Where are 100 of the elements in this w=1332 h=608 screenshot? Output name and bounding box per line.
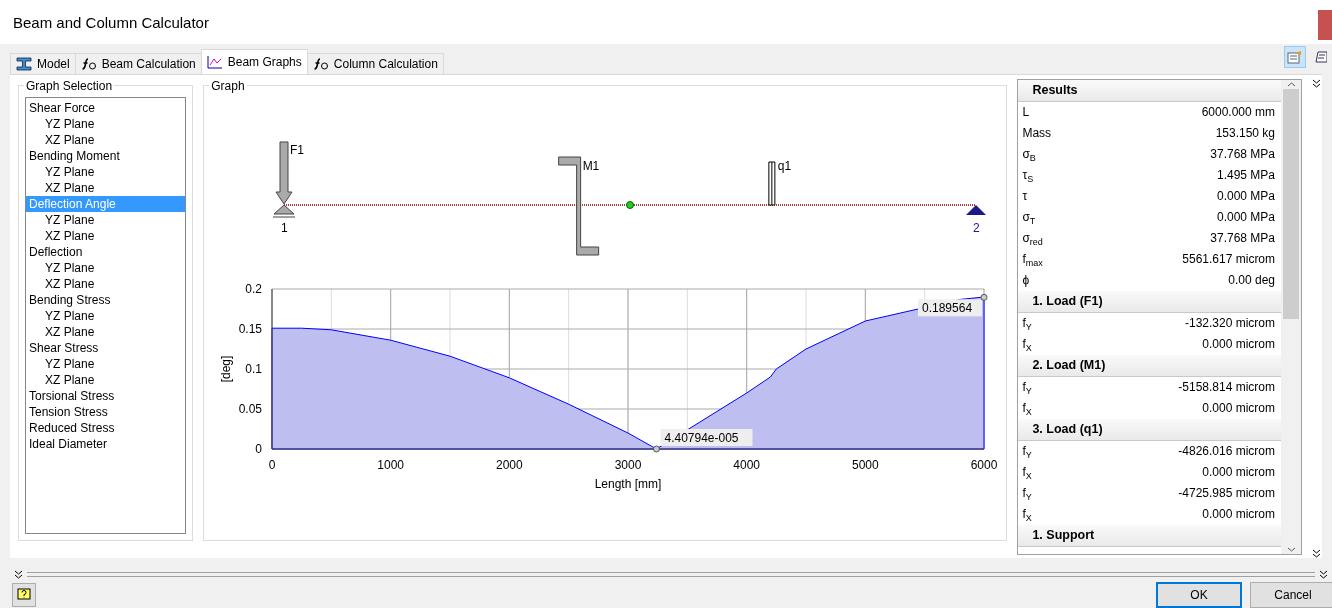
y-tick-label: 0	[255, 441, 263, 456]
result-name: ϕ	[1022, 272, 1030, 287]
section-header: 1. Support	[1018, 524, 1282, 547]
annotation-label: 4.40794e-005	[660, 428, 753, 446]
function-icon	[312, 56, 329, 71]
function-icon	[80, 56, 97, 71]
result-name: f$_{Y}$	[1022, 315, 1032, 333]
tree-item[interactable]: XZ Plane	[26, 131, 186, 148]
result-value: 0.000 microm	[1202, 464, 1276, 479]
section-header: 1. Load (F1)	[1018, 290, 1282, 313]
tree-item[interactable]: Shear Force	[26, 99, 186, 116]
result-name: f$_{max}$	[1022, 251, 1043, 269]
marker-dot	[653, 445, 661, 453]
x-tick-label: 0	[268, 457, 276, 472]
dialog-button[interactable]: Cancel	[1250, 582, 1332, 608]
tree-item[interactable]: YZ Plane	[26, 259, 186, 276]
tree-item[interactable]: Bending Stress	[26, 291, 186, 308]
x-tick-label: 4000	[733, 457, 761, 472]
collapse-icon[interactable]	[1312, 549, 1322, 559]
tab-label: Column Calculation	[333, 56, 438, 71]
tree-item[interactable]: XZ Plane	[26, 323, 186, 340]
result-value: -5158.814 microm	[1178, 379, 1276, 394]
support-icon[interactable]	[966, 204, 987, 215]
result-value: 0.00 deg	[1228, 272, 1276, 287]
tree-item[interactable]: Torsional Stress	[26, 387, 186, 404]
y-axis-label: [deg]	[219, 355, 234, 383]
y-tick-label: 0.1	[245, 361, 263, 376]
annotation-label: 0.189564	[918, 299, 983, 317]
result-name: f$_{X}$	[1022, 464, 1032, 482]
group-title: Graph Selection	[25, 78, 114, 93]
tab[interactable]: Model	[10, 52, 76, 74]
result-value: -132.320 microm	[1185, 315, 1276, 330]
result-value: 0.000 MPa	[1217, 209, 1276, 224]
support-label: 2	[973, 220, 980, 235]
result-value: 153.150 kg	[1215, 125, 1276, 140]
section-header: Results	[1018, 79, 1282, 102]
midpoint-dot	[626, 200, 635, 209]
annotation: 0.189564	[922, 301, 973, 316]
distributed-load-symbol[interactable]	[768, 161, 776, 206]
i-beam-icon	[16, 56, 32, 71]
annotation: 4.40794e-005	[664, 430, 740, 445]
x-axis-label: Length [mm]	[594, 476, 662, 491]
result-value: -4725.985 microm	[1178, 485, 1276, 500]
help-button[interactable]	[12, 583, 36, 607]
tree-item[interactable]: YZ Plane	[26, 163, 186, 180]
tree-item[interactable]: XZ Plane	[26, 227, 186, 244]
tree-item[interactable]: YZ Plane	[26, 355, 186, 372]
load-label: q1	[778, 158, 792, 173]
section-header: 3. Load (q1)	[1018, 418, 1282, 441]
tree-item[interactable]: XZ Plane	[26, 275, 186, 292]
result-value: 0.000 MPa	[1217, 188, 1276, 203]
result-value: 1.495 MPa	[1217, 167, 1276, 182]
tree-item[interactable]: YZ Plane	[26, 115, 186, 132]
result-name: L	[1022, 104, 1030, 119]
tree-item[interactable]: XZ Plane	[26, 179, 186, 196]
tab-label: Beam Graphs	[227, 54, 302, 69]
section-header: 2. Load (M1)	[1018, 354, 1282, 377]
dialog-button[interactable]: OK	[1156, 582, 1242, 608]
expand-icon[interactable]	[14, 569, 23, 579]
x-tick-label: 3000	[614, 457, 642, 472]
result-name: σ$_{T}$	[1022, 209, 1036, 227]
result-name: τ$_{S}$	[1022, 167, 1034, 185]
tree-item[interactable]: Bending Moment	[26, 147, 186, 164]
collapse-icon[interactable]	[1312, 78, 1322, 88]
marker-dot	[980, 293, 988, 301]
y-tick-label: 0.2	[245, 281, 263, 296]
x-tick-label: 5000	[852, 457, 879, 472]
load-label: M1	[582, 158, 600, 173]
result-value: 0.000 microm	[1202, 336, 1276, 351]
tab[interactable]: Column Calculation	[306, 52, 444, 74]
scrollbar[interactable]	[1281, 79, 1302, 554]
scroll-up-icon[interactable]	[1286, 79, 1296, 89]
expand-icon[interactable]	[1319, 569, 1328, 579]
tree-item[interactable]: XZ Plane	[26, 371, 186, 388]
tree-item[interactable]: Shear Stress	[26, 339, 186, 356]
tree-item[interactable]: Tension Stress	[26, 403, 186, 420]
tab[interactable]: Beam Graphs	[200, 48, 308, 74]
support-icon[interactable]	[272, 204, 296, 218]
tab-label: Model	[37, 56, 70, 71]
moment-symbol[interactable]	[558, 156, 600, 256]
result-name: f$_{Y}$	[1022, 443, 1032, 461]
properties-icon[interactable]	[1284, 46, 1306, 68]
tree-item[interactable]: YZ Plane	[26, 211, 186, 228]
result-value: 37.768 MPa	[1210, 146, 1276, 161]
load-label: F1	[290, 142, 305, 157]
group-title: Graph	[210, 78, 246, 93]
result-name: τ	[1022, 188, 1028, 203]
result-name: f$_{X}$	[1022, 400, 1032, 418]
tree-item[interactable]: YZ Plane	[26, 307, 186, 324]
result-value: 0.000 microm	[1202, 400, 1276, 415]
result-value: 37.768 MPa	[1210, 230, 1276, 245]
tree-item[interactable]: Deflection	[26, 243, 186, 260]
x-tick-label: 6000	[970, 457, 998, 472]
tree-item[interactable]: Ideal Diameter	[26, 435, 186, 452]
y-tick-label: 0.15	[238, 321, 263, 336]
result-name: f$_{Y}$	[1022, 379, 1032, 397]
result-name: f$_{X}$	[1022, 506, 1032, 524]
x-tick-label: 1000	[377, 457, 405, 472]
y-tick-label: 0.05	[238, 401, 263, 416]
tree-item[interactable]: Reduced Stress	[26, 419, 186, 436]
